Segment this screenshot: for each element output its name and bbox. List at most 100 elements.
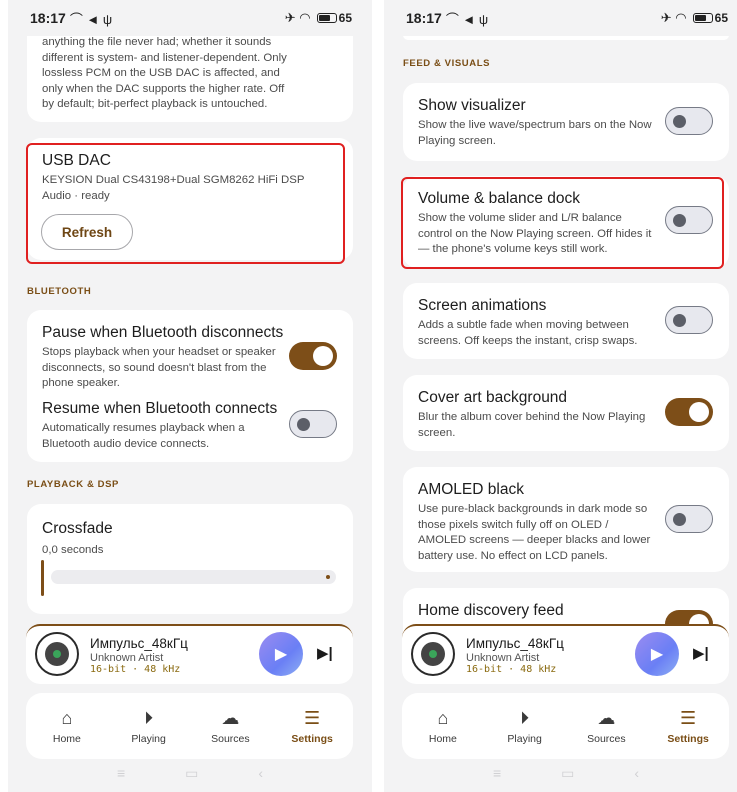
- nav-playing-label: Playing: [131, 732, 166, 745]
- play-circle-icon: ⏵: [144, 707, 154, 728]
- system-nav-bar: ≡ ▭ ‹: [8, 765, 372, 782]
- nav-home[interactable]: ⌂ Home: [32, 708, 102, 745]
- bt-pause-desc: Stops playback when your headset or spea…: [42, 346, 276, 389]
- status-time: 18:17: [406, 10, 442, 26]
- animations-toggle[interactable]: [665, 306, 713, 334]
- nav-playing[interactable]: ⏵ Playing: [490, 708, 560, 745]
- nav-sources[interactable]: ☁ Sources: [571, 708, 641, 745]
- nav-sources-label: Sources: [211, 732, 250, 745]
- nav-playing-label: Playing: [507, 732, 542, 745]
- nav-home-label: Home: [428, 732, 457, 745]
- play-button[interactable]: ▶: [635, 632, 679, 676]
- home-gesture-icon[interactable]: ▭: [561, 765, 574, 782]
- sliders-icon: ☰: [304, 707, 321, 728]
- cover-bg-toggle[interactable]: [665, 398, 713, 426]
- bottom-nav: ⌂ Home ⏵ Playing ☁ Sources ☰ Settings: [26, 693, 353, 759]
- volume-dock-toggle[interactable]: [665, 206, 713, 234]
- nav-settings-label: Settings: [667, 732, 709, 745]
- bt-resume-toggle[interactable]: [289, 410, 337, 438]
- amoled-title: AMOLED black: [418, 481, 524, 498]
- volume-dock-desc: Show the volume slider and L/R balance c…: [418, 212, 652, 255]
- animations-desc: Adds a subtle fade when moving between s…: [418, 319, 638, 347]
- bottom-nav: ⌂ Home ⏵ Playing ☁ Sources ☰ Settings: [402, 693, 729, 759]
- crossfade-title: Crossfade: [42, 520, 113, 537]
- bt-resume-title: Resume when Bluetooth connects: [42, 400, 278, 417]
- bt-pause-toggle[interactable]: [289, 342, 337, 370]
- play-circle-icon: ⏵: [520, 707, 530, 728]
- bt-resume-desc: Automatically resumes playback when a Bl…: [42, 422, 245, 450]
- battery-icon: 65: [692, 11, 728, 25]
- amoled-toggle[interactable]: [665, 505, 713, 533]
- play-icon: ▶: [274, 646, 288, 663]
- next-track-icon[interactable]: ▶|: [317, 644, 333, 662]
- track-artist: Unknown Artist: [466, 652, 540, 664]
- status-right-icons: ✈ ◠ 65: [285, 10, 352, 26]
- recents-icon[interactable]: ≡: [117, 765, 125, 782]
- play-icon: ▶: [650, 646, 664, 663]
- right-screen: 18:17 ⌒ ◄ ψ ✈ ◠ 65 FEED & VISUALS Show v…: [384, 0, 737, 792]
- home-gesture-icon[interactable]: ▭: [185, 765, 198, 782]
- status-left-icons: ⌒ ◄ ψ: [445, 11, 489, 27]
- usb-dac-card: USB DAC KEYSION Dual CS43198+Dual SGM826…: [27, 138, 353, 260]
- mini-player[interactable]: Импульс_48кГц Unknown Artist 16-bit · 48…: [402, 624, 729, 684]
- resample-desc: anything the file never had; whether it …: [42, 36, 287, 110]
- status-bar: 18:17 ⌒ ◄ ψ ✈ ◠ 65: [8, 0, 372, 36]
- section-bluetooth: BLUETOOTH: [27, 286, 92, 297]
- play-button[interactable]: ▶: [259, 632, 303, 676]
- cloud-icon: ☁: [221, 707, 240, 728]
- track-quality: 16-bit · 48 kHz: [466, 664, 557, 675]
- sliders-icon: ☰: [680, 707, 697, 728]
- volume-dock-card[interactable]: Volume & balance dock Show the volume sl…: [403, 176, 729, 268]
- recents-icon[interactable]: ≡: [493, 765, 501, 782]
- nav-settings-label: Settings: [291, 732, 333, 745]
- airplane-wifi-icons: ✈ ◠: [284, 10, 311, 25]
- status-time: 18:17: [30, 10, 66, 26]
- visualizer-card[interactable]: Show visualizer Show the live wave/spect…: [403, 83, 729, 161]
- album-art: [35, 632, 79, 676]
- airplane-wifi-icons: ✈ ◠: [660, 10, 687, 25]
- crossfade-card: Crossfade 0,0 seconds: [27, 504, 353, 614]
- crossfade-slider-thumb[interactable]: [41, 560, 44, 596]
- back-icon[interactable]: ‹: [634, 765, 639, 782]
- usb-dac-desc: KEYSION Dual CS43198+Dual SGM8262 HiFi D…: [42, 174, 305, 202]
- nav-playing[interactable]: ⏵ Playing: [114, 708, 184, 745]
- amoled-card[interactable]: AMOLED black Use pure-black backgrounds …: [403, 467, 729, 572]
- home-icon: ⌂: [61, 707, 73, 728]
- cover-bg-card[interactable]: Cover art background Blur the album cove…: [403, 375, 729, 451]
- left-screen: 18:17 ⌒ ◄ ψ ✈ ◠ 65 anything the file nev…: [8, 0, 372, 792]
- crossfade-value: 0,0 seconds: [42, 544, 104, 556]
- nav-settings[interactable]: ☰ Settings: [277, 708, 347, 745]
- nav-sources[interactable]: ☁ Sources: [195, 708, 265, 745]
- track-quality: 16-bit · 48 kHz: [90, 664, 181, 675]
- visualizer-toggle[interactable]: [665, 107, 713, 135]
- mini-player[interactable]: Импульс_48кГц Unknown Artist 16-bit · 48…: [26, 624, 353, 684]
- section-feed-visuals: FEED & VISUALS: [403, 58, 491, 69]
- nav-home-label: Home: [52, 732, 81, 745]
- animations-card[interactable]: Screen animations Adds a subtle fade whe…: [403, 283, 729, 359]
- cover-bg-title: Cover art background: [418, 389, 568, 406]
- status-bar: 18:17 ⌒ ◄ ψ ✈ ◠ 65: [384, 0, 737, 36]
- volume-dock-title: Volume & balance dock: [418, 190, 580, 207]
- cover-bg-desc: Blur the album cover behind the Now Play…: [418, 411, 646, 439]
- battery-icon: 65: [316, 11, 352, 25]
- nav-settings[interactable]: ☰ Settings: [653, 708, 723, 745]
- visualizer-title: Show visualizer: [418, 97, 526, 114]
- system-nav-bar: ≡ ▭ ‹: [384, 765, 737, 782]
- next-track-icon[interactable]: ▶|: [693, 644, 709, 662]
- animations-title: Screen animations: [418, 297, 547, 314]
- back-icon[interactable]: ‹: [258, 765, 263, 782]
- home-icon: ⌂: [437, 707, 449, 728]
- slider-end-dot: [326, 575, 330, 579]
- nav-sources-label: Sources: [587, 732, 626, 745]
- cloud-icon: ☁: [597, 707, 616, 728]
- bluetooth-card: Pause when Bluetooth disconnects Stops p…: [27, 310, 353, 462]
- refresh-button[interactable]: Refresh: [41, 214, 133, 250]
- track-artist: Unknown Artist: [90, 652, 164, 664]
- amoled-desc: Use pure-black backgrounds in dark mode …: [418, 503, 651, 562]
- bt-pause-title: Pause when Bluetooth disconnects: [42, 324, 284, 341]
- crossfade-slider[interactable]: [51, 570, 336, 584]
- status-left-icons: ⌒ ◄ ψ: [69, 11, 113, 27]
- track-title: Импульс_48кГц: [90, 636, 188, 651]
- nav-home[interactable]: ⌂ Home: [408, 708, 478, 745]
- album-art: [411, 632, 455, 676]
